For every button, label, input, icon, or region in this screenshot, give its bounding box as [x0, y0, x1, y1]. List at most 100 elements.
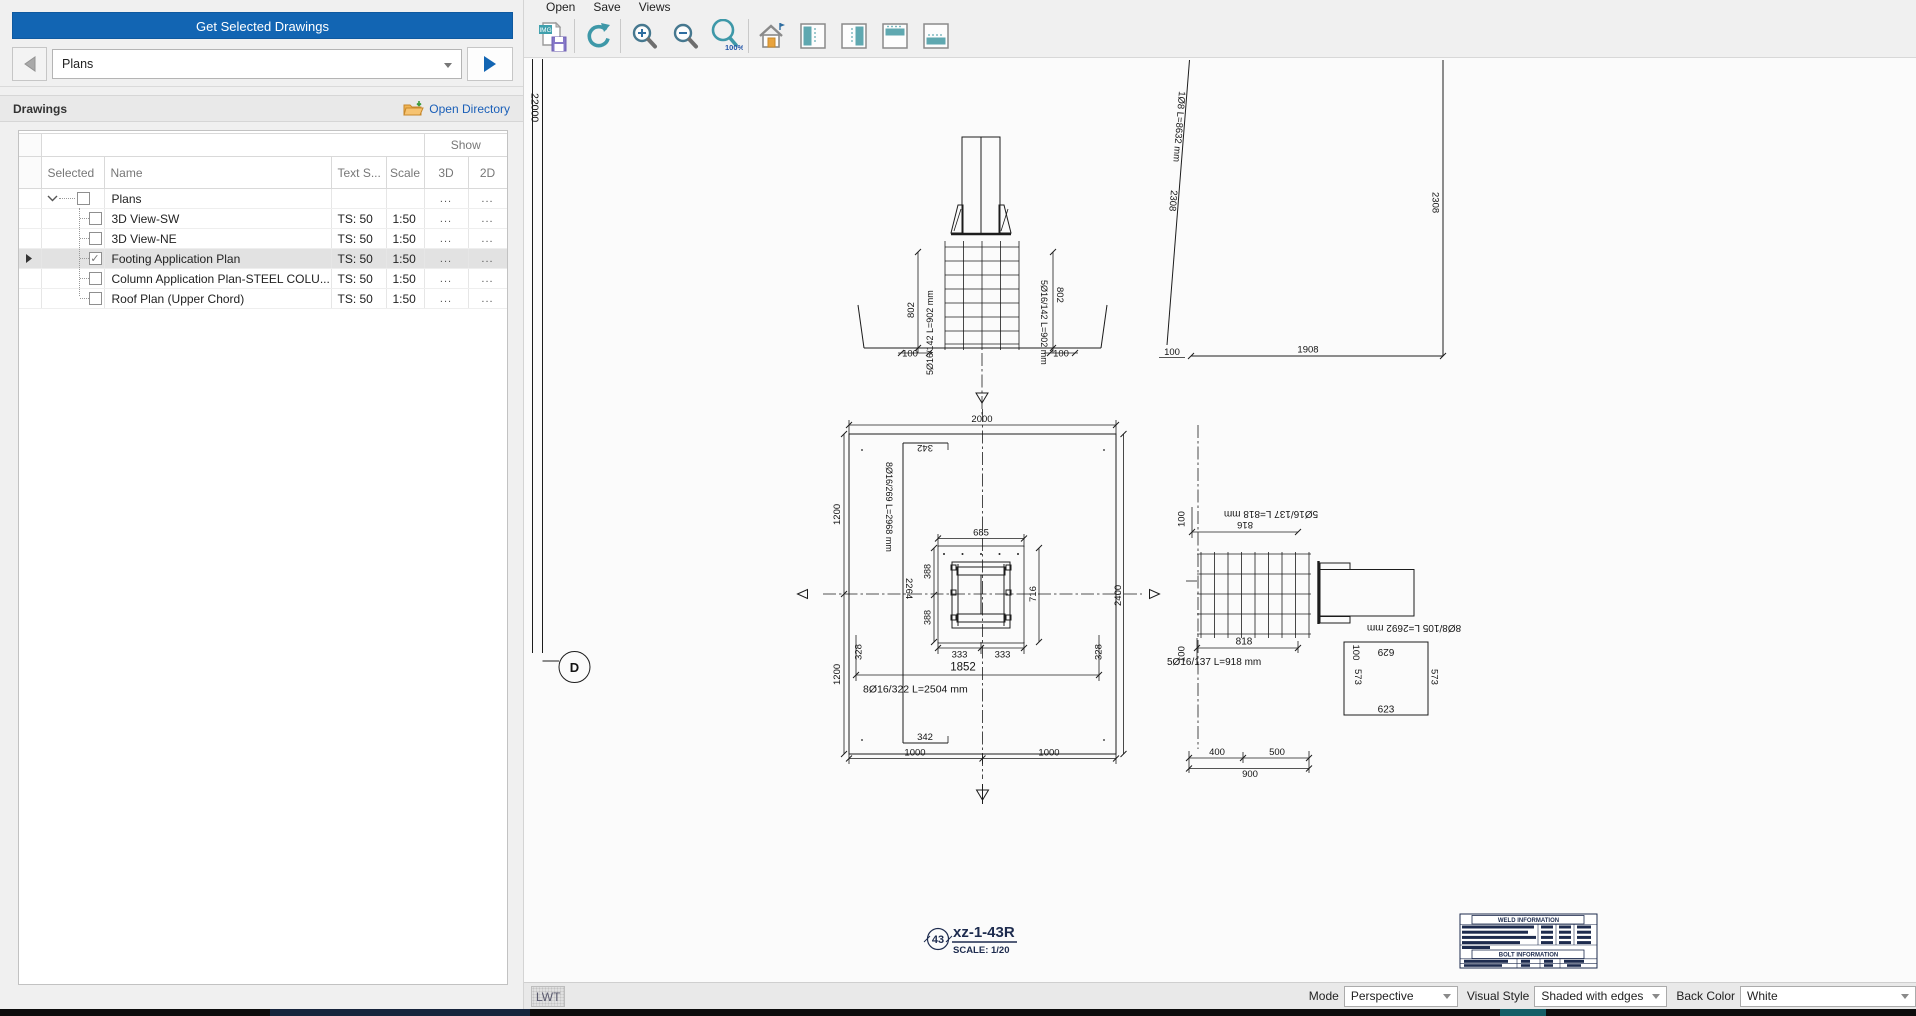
mode-select[interactable]: Perspective — [1344, 986, 1458, 1007]
zoom-in-icon — [629, 21, 659, 51]
refresh-view-button[interactable] — [577, 17, 618, 55]
show-3d-button[interactable]: ... — [424, 189, 468, 209]
drawings-list[interactable]: Show Selected Name Text S... Scale 3D 2D — [18, 130, 508, 985]
forward-button[interactable] — [467, 47, 513, 81]
dim-label: 1200 — [832, 504, 843, 525]
show-2d-button[interactable]: ... — [468, 189, 507, 209]
visual-style-value: Shaded with edges — [1541, 989, 1646, 1003]
dim-label: 388 — [923, 564, 933, 579]
home-view-button[interactable] — [751, 17, 792, 55]
column-header-text-s[interactable]: Text S... — [331, 157, 386, 189]
menu-open[interactable]: Open — [537, 0, 584, 15]
show-2d-button[interactable]: ... — [468, 289, 507, 309]
rebar-label: 5Ø16/142 L=902 mm — [925, 290, 935, 375]
drawing-name[interactable]: 3D View-SW — [104, 209, 331, 229]
zoom-percent-label: 100% — [725, 43, 743, 52]
text-scale-value — [331, 189, 386, 209]
home-icon — [756, 21, 788, 51]
drawing-set-combobox[interactable]: Plans — [52, 49, 462, 79]
rebar-label: 5Ø16/137 L=918 mm — [1167, 657, 1261, 668]
show-3d-button[interactable]: ... — [424, 249, 468, 269]
show-2d-button[interactable]: ... — [468, 229, 507, 249]
open-directory-label: Open Directory — [429, 102, 510, 116]
dim-label: 1908 — [1297, 345, 1318, 356]
dim-label: 816 — [1237, 519, 1253, 530]
column-header-scale[interactable]: Scale — [386, 157, 424, 189]
row-checkbox[interactable] — [89, 272, 102, 285]
drawing-title-scale: SCALE: 1/20 — [953, 945, 1010, 956]
show-group-header: Show — [424, 134, 507, 157]
scale-value: 1:50 — [386, 249, 424, 269]
get-selected-drawings-button[interactable]: Get Selected Drawings — [12, 12, 513, 39]
row-checkbox[interactable] — [89, 232, 102, 245]
pane-bottom-button[interactable] — [915, 17, 956, 55]
pane-left-button[interactable] — [792, 17, 833, 55]
empty-group-cell — [41, 134, 424, 157]
table-row-column-application-plan[interactable]: Column Application Plan-STEEL COLU... TS… — [19, 269, 507, 289]
drawing-canvas[interactable]: D 22000 — [524, 57, 1916, 982]
open-directory-link[interactable]: Open Directory — [403, 100, 510, 117]
scale-value: 1:50 — [386, 269, 424, 289]
table-row-footing-application-plan[interactable]: Footing Application Plan TS: 50 1:50 ...… — [19, 249, 507, 269]
lwt-toggle-button[interactable]: LWT — [531, 986, 565, 1007]
dim-label: 342 — [917, 442, 933, 453]
expand-chevron-icon[interactable] — [47, 195, 58, 202]
drawing-name[interactable]: Plans — [104, 189, 331, 209]
show-3d-button[interactable]: ... — [424, 229, 468, 249]
dim-label: 342 — [917, 732, 933, 743]
row-checkbox[interactable] — [89, 252, 102, 265]
show-2d-button[interactable]: ... — [468, 269, 507, 289]
back-color-select[interactable]: White — [1740, 986, 1916, 1007]
tie-bar-elevation-view: 100 1Ø8 L=8632 mm 2308 2308 1908 — [1159, 60, 1446, 359]
column-header-2d[interactable]: 2D — [468, 157, 507, 189]
column-header-3d[interactable]: 3D — [424, 157, 468, 189]
pane-top-button[interactable] — [874, 17, 915, 55]
dim-label: 900 — [1242, 769, 1258, 780]
current-row-marker-icon — [26, 254, 32, 263]
table-row-roof-plan[interactable]: Roof Plan (Upper Chord) TS: 50 1:50 ... … — [19, 289, 507, 309]
show-3d-button[interactable]: ... — [424, 289, 468, 309]
dim-label: 1200 — [832, 664, 843, 685]
drawings-panel: Get Selected Drawings Plans Drawings — [0, 0, 523, 1009]
row-checkbox[interactable] — [89, 212, 102, 225]
dim-label: 2000 — [971, 414, 992, 425]
tree-line — [80, 238, 89, 239]
toolbar-separator — [574, 19, 575, 53]
show-2d-button[interactable]: ... — [468, 249, 507, 269]
dim-label: 685 — [973, 528, 989, 539]
table-row-plans[interactable]: Plans ... ... — [19, 189, 507, 209]
table-row-3d-view-sw[interactable]: 3D View-SW TS: 50 1:50 ... ... — [19, 209, 507, 229]
drawing-name[interactable]: Roof Plan (Upper Chord) — [104, 289, 331, 309]
combobox-value: Plans — [62, 57, 93, 71]
menu-views[interactable]: Views — [630, 0, 680, 15]
save-image-button[interactable]: IMG — [531, 17, 572, 55]
os-taskbar[interactable] — [0, 1009, 1916, 1016]
table-row-3d-view-ne[interactable]: 3D View-NE TS: 50 1:50 ... ... — [19, 229, 507, 249]
show-3d-button[interactable]: ... — [424, 209, 468, 229]
show-3d-button[interactable]: ... — [424, 269, 468, 289]
gutter-header — [19, 134, 41, 157]
zoom-in-button[interactable] — [623, 17, 664, 55]
drawing-name[interactable]: Column Application Plan-STEEL COLU... — [104, 269, 331, 289]
pane-right-button[interactable] — [833, 17, 874, 55]
dim-label: 100 — [902, 349, 918, 360]
dim-label: 1852 — [950, 662, 976, 674]
visual-style-select[interactable]: Shaded with edges — [1534, 986, 1667, 1007]
menu-save[interactable]: Save — [584, 0, 629, 15]
row-gutter — [19, 269, 41, 289]
drawing-name[interactable]: Footing Application Plan — [104, 249, 331, 269]
column-header-name[interactable]: Name — [104, 157, 331, 189]
drawing-viewer: Open Save Views IMG — [523, 0, 1916, 1009]
row-checkbox[interactable] — [89, 292, 102, 305]
show-2d-button[interactable]: ... — [468, 209, 507, 229]
table-header-row: Selected Name Text S... Scale 3D 2D — [19, 157, 507, 189]
dim-label: 388 — [923, 610, 933, 625]
row-checkbox[interactable] — [77, 192, 90, 205]
zoom-out-button[interactable] — [664, 17, 705, 55]
dim-label: 1000 — [904, 748, 925, 759]
column-header-selected[interactable]: Selected — [41, 157, 104, 189]
back-color-value: White — [1747, 989, 1895, 1003]
zoom-100-button[interactable]: 100% — [705, 17, 746, 55]
back-button[interactable] — [12, 47, 47, 81]
drawing-name[interactable]: 3D View-NE — [104, 229, 331, 249]
